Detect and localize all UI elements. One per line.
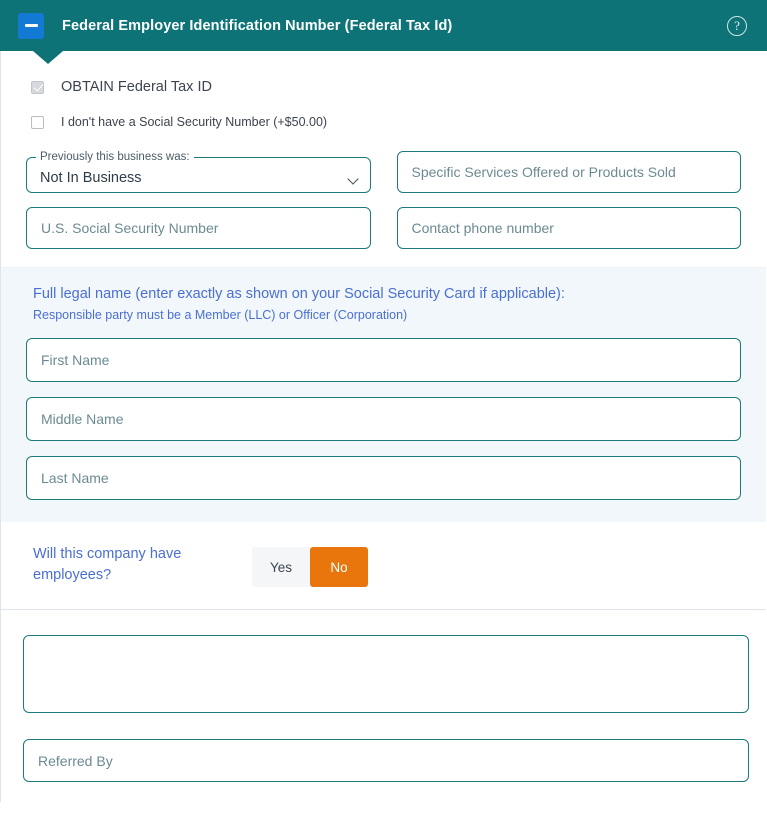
previous-business-legend: Previously this business was:	[40, 151, 190, 163]
no-ssn-checkbox[interactable]	[31, 115, 44, 129]
obtain-fein-label: OBTAIN Federal Tax ID	[61, 79, 212, 95]
employees-toggle-group: Yes No	[252, 547, 369, 587]
business-history-row: Previously this business was: Not In Bus…	[26, 151, 741, 193]
obtain-fein-checkbox	[31, 80, 44, 94]
contact-phone-input[interactable]	[396, 207, 741, 249]
notes-textarea[interactable]	[23, 635, 749, 713]
page-title: Federal Employer Identification Number (…	[62, 17, 453, 34]
phone-col	[396, 207, 741, 249]
fein-section-panel: Federal Employer Identification Number (…	[0, 0, 767, 802]
previous-business-select[interactable]: Not In Business	[27, 163, 370, 192]
ssn-input[interactable]	[26, 207, 371, 249]
legal-name-title: Full legal name (enter exactly as shown …	[33, 286, 565, 302]
middle-name-input[interactable]	[26, 397, 741, 441]
section-header: Federal Employer Identification Number (…	[0, 0, 767, 51]
referred-by-input[interactable]	[23, 739, 749, 782]
previous-business-col: Previously this business was: Not In Bus…	[26, 151, 371, 193]
services-col	[396, 151, 741, 193]
employees-question-block: Will this company have employees? Yes No	[1, 522, 766, 610]
last-name-field	[26, 456, 741, 500]
middle-name-field	[26, 397, 741, 441]
first-name-field	[26, 338, 741, 382]
previous-business-fieldset: Previously this business was: Not In Bus…	[26, 151, 371, 193]
last-name-input[interactable]	[26, 456, 741, 500]
employees-question-label: Will this company have employees?	[33, 546, 182, 584]
ssn-col	[26, 207, 371, 249]
section-body: OBTAIN Federal Tax ID I don't have a Soc…	[0, 51, 767, 802]
obtain-fein-checkbox-row[interactable]: OBTAIN Federal Tax ID	[26, 79, 741, 95]
no-ssn-label: I don't have a Social Security Number (+…	[61, 115, 328, 129]
employees-no-button[interactable]: No	[310, 547, 369, 587]
minus-icon	[24, 24, 38, 27]
first-name-input[interactable]	[26, 338, 741, 382]
employees-yes-button[interactable]: Yes	[252, 547, 311, 587]
legal-name-block: Full legal name (enter exactly as shown …	[1, 267, 766, 522]
collapse-section-button[interactable]	[18, 12, 44, 39]
referred-by-field	[23, 739, 749, 782]
header-pointer-arrow	[33, 51, 63, 64]
no-ssn-checkbox-row[interactable]: I don't have a Social Security Number (+…	[26, 115, 741, 129]
ssn-phone-row	[26, 207, 741, 249]
notes-block	[1, 610, 766, 802]
legal-name-subtitle: Responsible party must be a Member (LLC)…	[33, 308, 408, 322]
services-offered-input[interactable]	[396, 151, 741, 193]
primary-fields-block: OBTAIN Federal Tax ID I don't have a Soc…	[1, 51, 766, 267]
question-circle-icon[interactable]: ?	[727, 15, 747, 36]
